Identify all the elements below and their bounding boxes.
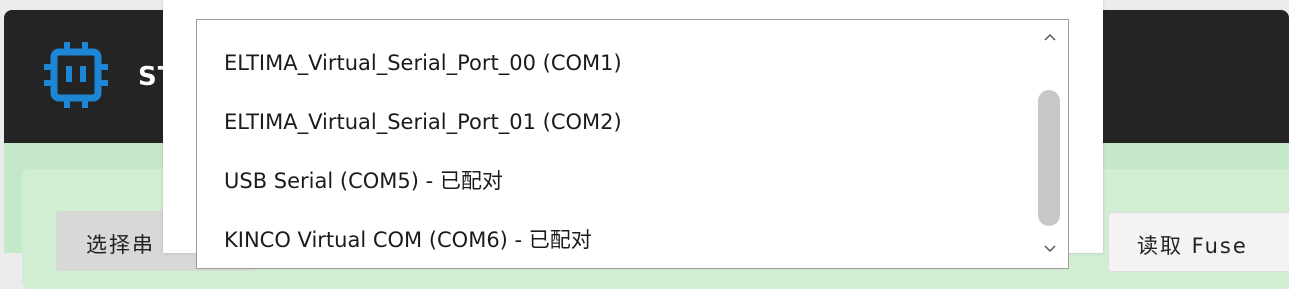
port-option[interactable]: USB Serial (COM5) - 已配对 [224, 161, 503, 201]
port-option[interactable]: ELTIMA_Virtual_Serial_Port_00 (COM1) [224, 43, 622, 83]
chevron-down-icon[interactable] [1033, 239, 1067, 263]
listbox-scrollbar[interactable] [1033, 20, 1067, 268]
chip-logo-icon [44, 42, 108, 108]
chevron-up-icon[interactable] [1033, 27, 1067, 51]
scrollbar-thumb[interactable] [1038, 90, 1060, 226]
port-option[interactable]: ELTIMA_Virtual_Serial_Port_01 (COM2) [224, 102, 622, 142]
port-selection-popup: ELTIMA_Virtual_Serial_Port_00 (COM1) ELT… [163, 0, 1103, 269]
read-fuse-button[interactable]: 读取 Fuse [1108, 212, 1289, 272]
port-listbox[interactable]: ELTIMA_Virtual_Serial_Port_00 (COM1) ELT… [196, 19, 1069, 269]
port-option[interactable]: KINCO Virtual COM (COM6) - 已配对 [224, 220, 592, 260]
